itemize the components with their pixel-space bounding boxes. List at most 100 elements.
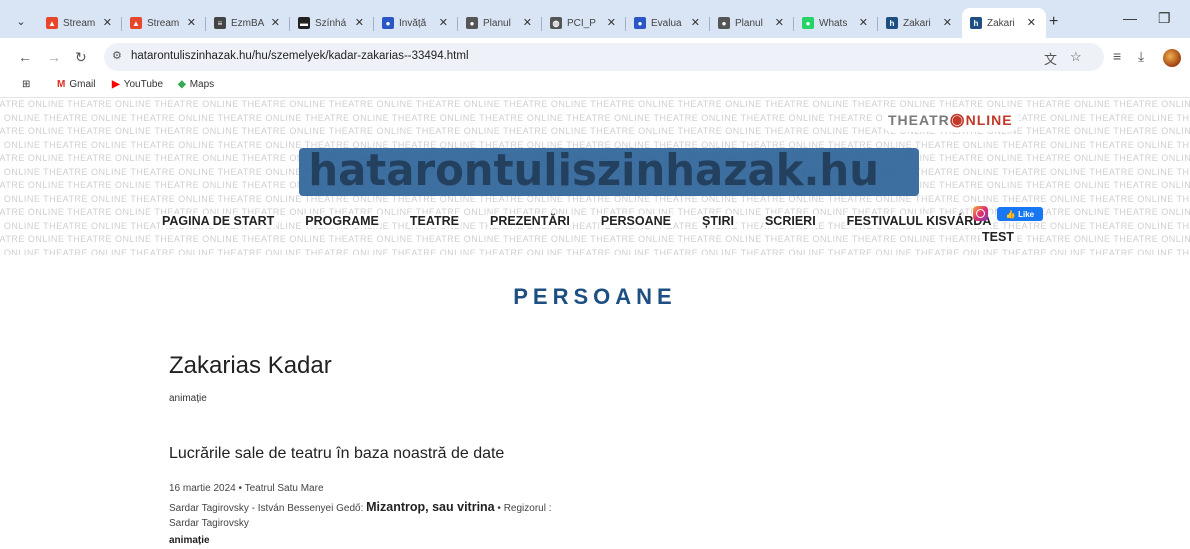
youtube-icon: ▶ xyxy=(112,79,120,90)
nav-item[interactable]: SCRIERI xyxy=(762,214,818,228)
tab-favicon-icon: ≡ xyxy=(214,17,226,29)
browser-tab[interactable]: ▬ Színhá ✕ xyxy=(290,8,374,38)
maps-icon: ◆ xyxy=(178,79,186,90)
tab-title: Zakari xyxy=(903,17,931,29)
entry-role: animație xyxy=(169,535,210,546)
browser-tab[interactable]: h Zakari ✕ xyxy=(962,8,1046,38)
fb-like-label: Like xyxy=(1018,209,1035,219)
browser-tab[interactable]: ◍ PCI_P ✕ xyxy=(542,8,626,38)
nav-item[interactable]: ȘTIRI xyxy=(700,214,736,228)
bookmark-star-icon[interactable]: ☆ xyxy=(1070,49,1082,65)
minimize-icon[interactable]: — xyxy=(1123,10,1137,26)
tab-close-icon[interactable]: ✕ xyxy=(943,16,952,29)
tab-favicon-icon: ● xyxy=(466,17,478,29)
tab-list: ▲ Stream ✕ ▲ Stream ✕ ≡ EzmBA ✕ ▬ Színhá ✕ ● Învăță ✕ ●… xyxy=(38,8,1046,38)
translate-icon[interactable]: 文 xyxy=(1044,49,1057,68)
forward-arrow-icon[interactable]: → xyxy=(47,49,61,65)
browser-tab-strip: ⌄ ▲ Stream ✕ ▲ Stream ✕ ≡ EzmBA ✕ ▬ Színhá ✕ ● Învăță… xyxy=(0,0,1190,38)
tab-close-icon[interactable]: ✕ xyxy=(859,16,868,29)
reload-icon[interactable]: ↻ xyxy=(75,49,87,66)
profile-avatar[interactable] xyxy=(1163,49,1181,67)
tab-favicon-icon: ◍ xyxy=(550,17,562,29)
back-arrow-icon[interactable]: ← xyxy=(18,49,32,65)
tab-favicon-icon: ● xyxy=(718,17,730,29)
bookmark-maps[interactable]: ◆ Maps xyxy=(178,79,214,90)
nav-item[interactable]: PERSOANE xyxy=(598,214,674,228)
tab-title: EzmBA xyxy=(231,17,265,29)
browser-toolbar: ← → ↻ ⚙ hatarontuliszinhazak.hu/hu/szeme… xyxy=(0,38,1190,76)
tab-title: Whats xyxy=(819,17,848,29)
browser-tab[interactable]: ● Evalua ✕ xyxy=(626,8,710,38)
reading-list-icon[interactable]: ≡ xyxy=(1113,48,1121,64)
site-info-icon[interactable]: ⚙ xyxy=(112,49,122,62)
tab-close-icon[interactable]: ✕ xyxy=(523,16,532,29)
tab-favicon-icon: h xyxy=(886,17,898,29)
logo-o-icon: ◉ xyxy=(949,110,966,129)
tab-close-icon[interactable]: ✕ xyxy=(103,16,112,29)
section-title: PERSOANE xyxy=(513,284,677,309)
apps-grid-icon[interactable]: ⊞ xyxy=(22,79,30,90)
url-text[interactable]: hatarontuliszinhazak.hu/hu/szemelyek/kad… xyxy=(131,50,469,62)
new-tab-plus-icon[interactable]: + xyxy=(1049,13,1058,31)
tab-title: PCI_P xyxy=(567,17,596,29)
logo-text-2: NLINE xyxy=(965,112,1013,128)
nav-item-test[interactable]: TEST xyxy=(980,230,1016,244)
tab-close-icon[interactable]: ✕ xyxy=(1027,16,1036,29)
tab-title: Planul xyxy=(735,17,763,29)
nav-item[interactable]: PAGINA DE START xyxy=(160,214,277,228)
tab-close-icon[interactable]: ✕ xyxy=(271,16,280,29)
nav-item[interactable]: PROGRAME xyxy=(303,214,381,228)
entry-director-label: • Regizorul : xyxy=(494,503,552,514)
browser-tab[interactable]: h Zakari ✕ xyxy=(878,8,962,38)
nav-item[interactable]: PREZENTĂRI xyxy=(487,214,572,228)
entry-play-title[interactable]: Mizantrop, sau vitrina xyxy=(366,500,495,514)
tab-favicon-icon: ▲ xyxy=(130,17,142,29)
tab-favicon-icon: ▬ xyxy=(298,17,310,29)
gmail-icon: M xyxy=(57,79,66,90)
bookmark-label: YouTube xyxy=(123,79,163,90)
tab-search-chevron-icon[interactable]: ⌄ xyxy=(10,10,32,32)
site-header: THEATRE ONLINE THEATRE ONLINE THEATRE ON… xyxy=(0,98,1190,255)
entry-credits: Sardar Tagirovsky - István Bessenyei Ged… xyxy=(169,500,552,514)
entry-authors: Sardar Tagirovsky - István Bessenyei Ged… xyxy=(169,503,367,514)
browser-tab[interactable]: ≡ EzmBA ✕ xyxy=(206,8,290,38)
browser-tab[interactable]: ● Planul ✕ xyxy=(458,8,542,38)
tab-title: Stream xyxy=(147,17,180,29)
bookmark-youtube[interactable]: ▶ YouTube xyxy=(112,79,163,90)
entry-director[interactable]: Sardar Tagirovsky xyxy=(169,518,249,529)
browser-tab[interactable]: ▲ Stream ✕ xyxy=(122,8,206,38)
restore-window-icon[interactable]: ❐ xyxy=(1158,10,1171,27)
tab-close-icon[interactable]: ✕ xyxy=(607,16,616,29)
watermark-row: THEATRE ONLINE THEATRE ONLINE THEATRE ON… xyxy=(0,247,1190,256)
site-banner-title[interactable]: hatarontuliszinhazak.hu xyxy=(302,145,885,197)
address-bar[interactable]: ⚙ hatarontuliszinhazak.hu/hu/szemelyek/k… xyxy=(104,43,1104,71)
tab-title: Evalua xyxy=(651,17,682,29)
main-navigation: PAGINA DE START PROGRAME TEATRE PREZENTĂRI P… xyxy=(160,214,1020,228)
person-role: animație xyxy=(169,393,207,404)
tab-close-icon[interactable]: ✕ xyxy=(439,16,448,29)
download-icon[interactable]: ⤓ xyxy=(1138,48,1144,65)
tab-favicon-icon: ● xyxy=(802,17,814,29)
tab-title: Színhá xyxy=(315,17,347,29)
bookmark-gmail[interactable]: M Gmail xyxy=(57,79,95,90)
nav-item[interactable]: TEATRE xyxy=(407,214,461,228)
tab-favicon-icon: h xyxy=(970,17,982,29)
tab-close-icon[interactable]: ✕ xyxy=(691,16,700,29)
browser-tab[interactable]: ● Planul ✕ xyxy=(710,8,794,38)
person-name: Zakarias Kadar xyxy=(169,352,332,379)
browser-tab[interactable]: ● Whats ✕ xyxy=(794,8,878,38)
logo-text-1: THEATR xyxy=(888,112,950,128)
tab-close-icon[interactable]: ✕ xyxy=(187,16,196,29)
tab-close-icon[interactable]: ✕ xyxy=(775,16,784,29)
tab-close-icon[interactable]: ✕ xyxy=(355,16,364,29)
tab-favicon-icon: ● xyxy=(382,17,394,29)
facebook-like-button[interactable]: 👍 Like xyxy=(997,207,1043,221)
browser-tab[interactable]: ▲ Stream ✕ xyxy=(38,8,122,38)
bookmark-label: Gmail xyxy=(69,79,96,90)
instagram-icon[interactable] xyxy=(973,206,988,221)
tab-title: Planul xyxy=(483,17,511,29)
browser-tab[interactable]: ● Învăță ✕ xyxy=(374,8,458,38)
theatre-online-logo[interactable]: THEATR◉NLINE xyxy=(882,108,1019,132)
nav-item[interactable]: FESTIVALUL KISVÁRDA xyxy=(844,214,994,228)
entry-date-venue[interactable]: 16 martie 2024 • Teatrul Satu Mare xyxy=(169,483,324,494)
